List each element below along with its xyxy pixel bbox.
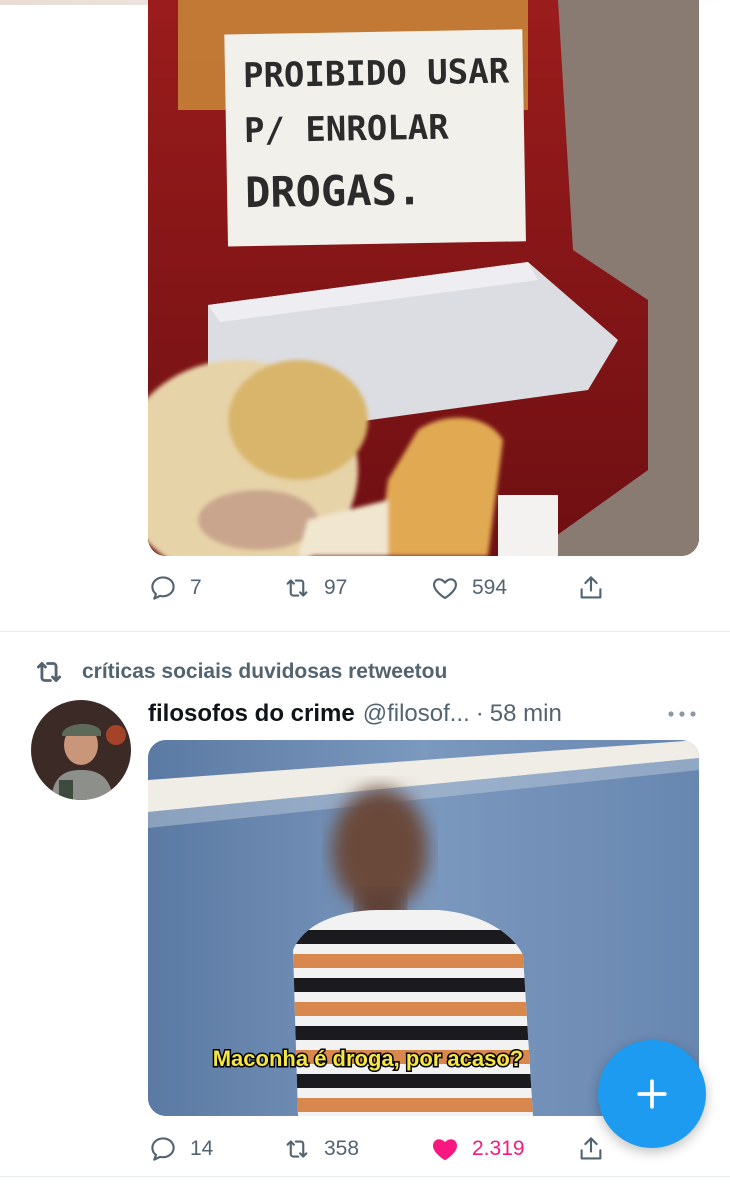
image-caption: Maconha é droga, por acaso? xyxy=(213,1046,524,1071)
retweet-icon xyxy=(36,662,62,682)
tweet2-retweet-count: 358 xyxy=(324,1137,360,1160)
compose-tweet-button[interactable] xyxy=(598,1040,706,1148)
tweet1-retweet-button[interactable]: 97 xyxy=(282,573,430,603)
tweet1-action-bar: 7 97 594 xyxy=(148,568,618,608)
reply-icon xyxy=(151,1137,175,1161)
plus-icon xyxy=(637,1079,667,1109)
tweet2-reply-count: 14 xyxy=(190,1137,214,1160)
tweet2-retweet-button[interactable]: 358 xyxy=(282,1134,430,1164)
share-icon xyxy=(580,576,602,599)
tweet2-share-button[interactable] xyxy=(576,1134,606,1164)
retweet-icon xyxy=(286,1140,308,1158)
tweet-divider xyxy=(0,631,730,632)
tweet1-reply-button[interactable]: 7 xyxy=(148,573,282,603)
tweet2-like-count: 2.319 xyxy=(472,1137,525,1160)
heart-icon xyxy=(433,1139,457,1161)
tweet2-action-bar: 14 358 2.319 xyxy=(148,1129,618,1169)
tweet1-like-button[interactable]: 594 xyxy=(430,573,576,603)
tweet1-retweet-count: 97 xyxy=(324,576,348,599)
heart-icon xyxy=(433,578,457,600)
tweet1-reply-count: 7 xyxy=(190,576,202,599)
retweet-context[interactable]: críticas sociais duvidosas retweetou xyxy=(32,655,447,689)
tweet1-image[interactable]: PROIBIDO USAR P/ ENROLAR DROGAS. xyxy=(148,0,699,556)
tweet-time[interactable]: 58 min xyxy=(490,700,562,728)
tweet2-reply-button[interactable]: 14 xyxy=(148,1134,282,1164)
sign-line-2: P/ ENROLAR xyxy=(244,108,450,152)
reply-icon xyxy=(151,576,175,600)
tweet2-header: filosofos do crime @filosof... · 58 min xyxy=(148,697,562,731)
tweet1-share-button[interactable] xyxy=(576,573,606,603)
author-handle[interactable]: @filosof... xyxy=(363,700,470,728)
tweet-divider xyxy=(0,1176,730,1177)
share-icon xyxy=(580,1137,602,1160)
sign-line-1: PROIBIDO USAR xyxy=(243,52,510,97)
author-name[interactable]: filosofos do crime xyxy=(148,700,355,728)
avatar[interactable] xyxy=(31,700,131,800)
more-button[interactable] xyxy=(664,700,700,728)
tweet2-like-button[interactable]: 2.319 xyxy=(430,1134,576,1164)
tweet1-like-count: 594 xyxy=(472,576,508,599)
more-icon xyxy=(668,711,696,717)
retweet-icon xyxy=(286,579,308,597)
retweeted-by-label: críticas sociais duvidosas retweetou xyxy=(82,660,448,683)
sign-line-3: DROGAS. xyxy=(245,165,423,217)
separator: · xyxy=(475,700,484,727)
